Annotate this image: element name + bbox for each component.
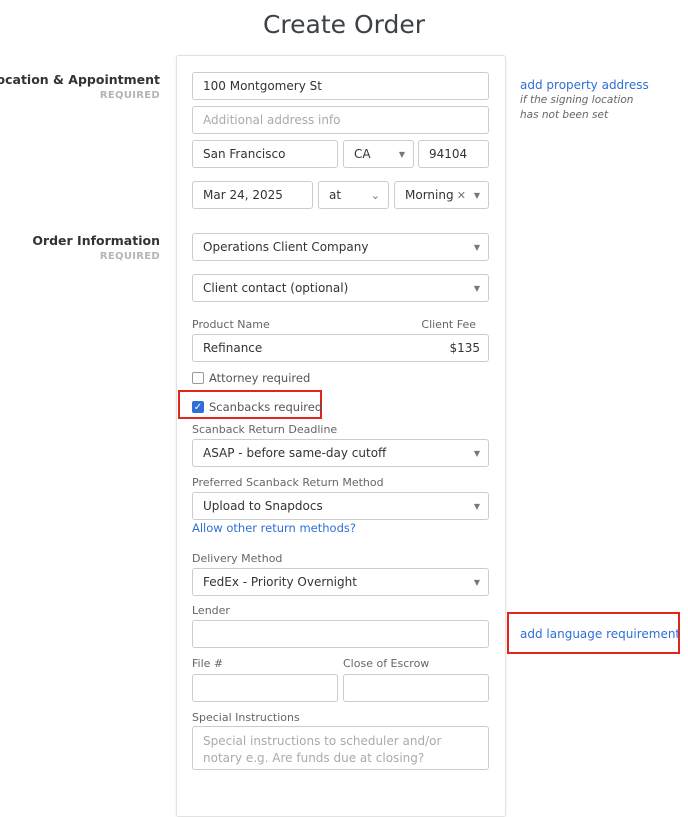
- caret-down-icon: ▼: [473, 190, 480, 200]
- return-method-select[interactable]: Upload to Snapdocs ▼: [192, 492, 489, 520]
- close-of-escrow-input[interactable]: [343, 674, 489, 702]
- scanbacks-required-label: Scanbacks required: [209, 400, 323, 414]
- file-number-label: File #: [192, 657, 224, 670]
- attorney-required-checkbox[interactable]: [192, 372, 204, 384]
- required-label: REQUIRED: [99, 90, 160, 101]
- scanbacks-required-checkbox[interactable]: ✓: [192, 401, 204, 413]
- client-contact-value: Client contact (optional): [203, 281, 349, 295]
- caret-down-icon: ▼: [473, 501, 480, 511]
- delivery-method-value: FedEx - Priority Overnight: [203, 575, 357, 589]
- address-value: 100 Montgomery St: [203, 79, 322, 93]
- time-mode-value: at: [329, 188, 342, 202]
- allow-other-methods-link[interactable]: Allow other return methods?: [192, 521, 356, 535]
- client-company-select[interactable]: Operations Client Company ▼: [192, 233, 489, 261]
- time-of-day-value: Morning: [405, 188, 454, 202]
- client-company-value: Operations Client Company: [203, 240, 369, 254]
- check-icon: ✓: [193, 402, 203, 413]
- lender-input[interactable]: [192, 620, 489, 648]
- special-instructions-label: Special Instructions: [192, 711, 300, 724]
- add-property-hint: has not been set: [520, 109, 609, 121]
- caret-down-icon: ▼: [473, 577, 480, 587]
- attorney-required-label: Attorney required: [209, 371, 311, 385]
- delivery-method-label: Delivery Method: [192, 552, 283, 565]
- return-method-label: Preferred Scanback Return Method: [192, 476, 384, 489]
- page-title: Create Order: [262, 10, 426, 39]
- order-form-card: [176, 55, 506, 817]
- city-input[interactable]: San Francisco: [192, 140, 338, 168]
- add-language-requirement-link[interactable]: add language requirement: [520, 627, 680, 641]
- state-value: CA: [354, 147, 371, 161]
- caret-down-icon: ▼: [398, 149, 405, 159]
- add-property-address-link[interactable]: add property address: [520, 78, 649, 92]
- product-value: Refinance: [203, 341, 263, 355]
- time-of-day-select[interactable]: Morning ✕ ▼: [394, 181, 489, 209]
- city-value: San Francisco: [203, 147, 286, 161]
- zip-input[interactable]: 94104: [418, 140, 489, 168]
- zip-value: 94104: [429, 147, 468, 161]
- deadline-value: ASAP - before same-day cutoff: [203, 446, 387, 460]
- caret-down-icon: ▼: [473, 448, 480, 458]
- delivery-method-select[interactable]: FedEx - Priority Overnight ▼: [192, 568, 489, 596]
- state-select[interactable]: CA ▼: [343, 140, 414, 168]
- time-mode-select[interactable]: at ⌄: [318, 181, 389, 209]
- caret-down-icon: ▼: [473, 242, 480, 252]
- caret-down-icon: ▼: [473, 283, 480, 293]
- client-fee-label: Client Fee: [421, 318, 476, 331]
- file-number-input[interactable]: [192, 674, 338, 702]
- additional-address-input[interactable]: Additional address info: [192, 106, 489, 134]
- additional-address-placeholder: Additional address info: [203, 113, 341, 127]
- special-instructions-placeholder: Special instructions to scheduler and/or…: [203, 734, 442, 765]
- client-fee-value[interactable]: $135: [449, 341, 480, 355]
- deadline-select[interactable]: ASAP - before same-day cutoff ▼: [192, 439, 489, 467]
- client-contact-select[interactable]: Client contact (optional) ▼: [192, 274, 489, 302]
- date-value: Mar 24, 2025: [203, 188, 283, 202]
- clear-icon[interactable]: ✕: [457, 189, 466, 202]
- product-name-label: Product Name: [192, 318, 270, 331]
- section-heading-order: Order Information: [32, 233, 160, 248]
- required-label: REQUIRED: [99, 251, 160, 262]
- special-instructions-textarea[interactable]: Special instructions to scheduler and/or…: [192, 726, 489, 770]
- close-of-escrow-label: Close of Escrow: [343, 657, 430, 670]
- product-select[interactable]: Refinance $135: [192, 334, 489, 362]
- add-property-hint: if the signing location: [520, 94, 634, 106]
- date-input[interactable]: Mar 24, 2025: [192, 181, 313, 209]
- address-input[interactable]: 100 Montgomery St: [192, 72, 489, 100]
- return-method-value: Upload to Snapdocs: [203, 499, 323, 513]
- chevron-down-icon: ⌄: [370, 188, 380, 202]
- lender-label: Lender: [192, 604, 230, 617]
- deadline-label: Scanback Return Deadline: [192, 423, 338, 436]
- section-heading-location: Location & Appointment: [0, 72, 160, 87]
